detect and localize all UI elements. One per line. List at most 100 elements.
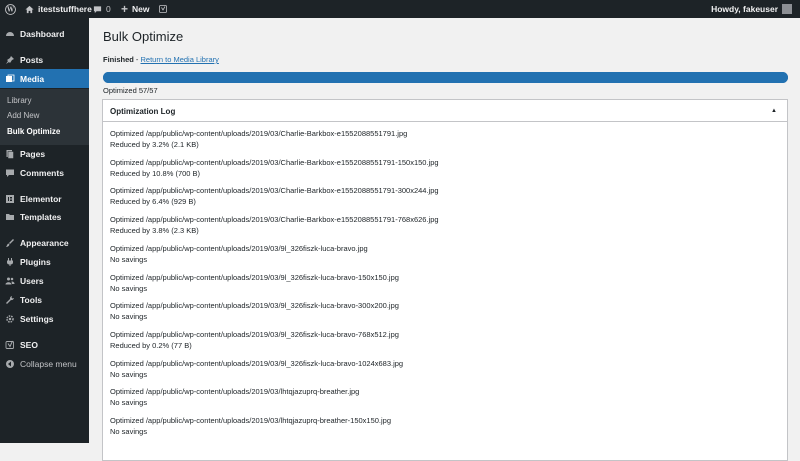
paintbrush-icon <box>6 238 14 247</box>
sidebar-item-label: Elementor <box>20 193 62 204</box>
collapse-menu-button[interactable]: Collapse menu <box>0 354 89 373</box>
return-to-media-library-link[interactable]: Return to Media Library <box>141 55 219 64</box>
log-entry: Optimized /app/public/wp-content/uploads… <box>110 214 439 236</box>
pin-icon <box>6 55 14 64</box>
log-entry: Optimized /app/public/wp-content/uploads… <box>110 185 439 207</box>
log-entry-result: No savings <box>110 312 148 322</box>
progress-bar <box>103 72 788 83</box>
sidebar-item-label: Appearance <box>20 237 69 248</box>
submenu-bulk-optimize[interactable]: Bulk Optimize <box>7 127 60 136</box>
sidebar-item-templates[interactable]: Templates <box>0 207 89 226</box>
comment-bubble-icon <box>93 5 102 13</box>
log-title: Optimization Log <box>110 107 176 116</box>
main-content: Bulk Optimize Finished - Return to Media… <box>89 18 800 461</box>
sidebar-item-settings[interactable]: Settings <box>0 309 89 328</box>
log-entry-path: Optimized /app/public/wp-content/uploads… <box>110 358 404 368</box>
admin-sidebar: Library Add New Bulk Optimize Dashboard … <box>0 18 89 443</box>
progress-text: Optimized 57/57 <box>103 86 158 95</box>
comments-count: 0 <box>106 4 111 14</box>
sidebar-item-label: Settings <box>20 313 54 324</box>
log-entry: Optimized /app/public/wp-content/uploads… <box>110 386 359 408</box>
folder-icon <box>6 213 14 220</box>
sidebar-item-label: Pages <box>20 148 46 159</box>
media-icon <box>6 74 15 82</box>
log-entry-path: Optimized /app/public/wp-content/uploads… <box>110 243 368 253</box>
avatar <box>782 4 792 14</box>
sidebar-item-label: Collapse menu <box>20 358 77 369</box>
optimization-log-panel: Optimization Log ▲ Optimized /app/public… <box>102 99 788 461</box>
log-entry-result: No savings <box>110 398 148 408</box>
comments-icon <box>6 169 14 177</box>
log-entry-path: Optimized /app/public/wp-content/uploads… <box>110 215 439 225</box>
log-entry-path: Optimized /app/public/wp-content/uploads… <box>110 186 439 196</box>
log-entry-path: Optimized /app/public/wp-content/uploads… <box>110 157 439 167</box>
account-menu[interactable]: Howdy, fakeuser <box>711 0 792 18</box>
sidebar-item-seo[interactable]: SEO <box>0 335 89 354</box>
sidebar-item-posts[interactable]: Posts <box>0 50 89 69</box>
submenu-library[interactable]: Library <box>7 96 31 105</box>
howdy-text: Howdy, fakeuser <box>711 4 778 14</box>
admin-bar: W iteststuffhere 0 + New Howdy, fakeuser <box>0 0 800 18</box>
page-title: Bulk Optimize <box>103 29 184 44</box>
status-line: Finished - Return to Media Library <box>103 55 219 64</box>
collapse-toggle-icon[interactable]: ▲ <box>771 108 777 114</box>
sidebar-item-plugins[interactable]: Plugins <box>0 252 89 271</box>
log-entry: Optimized /app/public/wp-content/uploads… <box>110 415 391 437</box>
log-entry-result: No savings <box>110 254 148 264</box>
plug-icon <box>7 257 13 266</box>
sidebar-item-dashboard[interactable]: Dashboard <box>0 24 89 43</box>
yoast-adminbar-icon[interactable] <box>158 0 168 18</box>
log-entry: Optimized /app/public/wp-content/uploads… <box>110 329 399 351</box>
sidebar-item-label: Posts <box>20 54 44 65</box>
sidebar-item-users[interactable]: Users <box>0 271 89 290</box>
sidebar-item-elementor[interactable]: Elementor <box>0 189 89 208</box>
sidebar-item-label: Dashboard <box>20 28 65 39</box>
plus-icon: + <box>121 2 129 16</box>
log-entry-path: Optimized /app/public/wp-content/uploads… <box>110 329 399 339</box>
sidebar-item-label: Templates <box>20 211 62 222</box>
pages-icon <box>6 149 14 159</box>
home-icon <box>25 5 34 13</box>
new-label: New <box>132 4 150 14</box>
log-entry-result: Reduced by 6.4% (929 B) <box>110 197 196 207</box>
comments-link[interactable]: 0 <box>93 0 111 18</box>
elementor-icon <box>6 194 14 203</box>
log-entry: Optimized /app/public/wp-content/uploads… <box>110 300 399 322</box>
log-entry: Optimized /app/public/wp-content/uploads… <box>110 157 439 179</box>
sidebar-item-pages[interactable]: Pages <box>0 144 89 163</box>
log-entry: Optimized /app/public/wp-content/uploads… <box>110 128 407 150</box>
wrench-icon <box>6 295 14 304</box>
dashboard-icon <box>6 31 14 36</box>
log-entry-path: Optimized /app/public/wp-content/uploads… <box>110 129 408 138</box>
settings-icon <box>6 314 14 323</box>
log-entry: Optimized /app/public/wp-content/uploads… <box>110 243 368 265</box>
sidebar-item-comments[interactable]: Comments <box>0 163 89 182</box>
collapse-icon <box>6 359 14 368</box>
site-name-link[interactable]: iteststuffhere <box>25 0 92 18</box>
log-entry-result: Reduced by 10.8% (700 B) <box>110 168 201 178</box>
sidebar-item-label: Media <box>20 73 45 84</box>
sidebar-item-label: Comments <box>20 167 64 178</box>
wordpress-logo-icon[interactable]: W <box>5 0 16 18</box>
submenu-add-new[interactable]: Add New <box>7 111 39 120</box>
sidebar-item-label: Plugins <box>20 256 51 267</box>
users-icon <box>5 277 15 284</box>
log-entry-result: No savings <box>110 427 148 436</box>
log-entry-result: No savings <box>110 369 148 379</box>
log-entry-result: No savings <box>110 283 148 293</box>
sidebar-item-media[interactable]: Media <box>0 69 89 88</box>
log-header[interactable]: Optimization Log ▲ <box>103 100 787 122</box>
sidebar-item-label: Tools <box>20 294 43 305</box>
sidebar-item-label: SEO <box>20 339 38 350</box>
sidebar-item-appearance[interactable]: Appearance <box>0 233 89 252</box>
svg-text:W: W <box>6 6 14 13</box>
sidebar-item-label: Users <box>20 275 44 286</box>
finished-label: Finished <box>103 55 134 64</box>
log-entry-result: Reduced by 3.2% (2.1 KB) <box>110 140 199 149</box>
new-content-link[interactable]: + New <box>121 0 150 18</box>
log-entry-result: Reduced by 0.2% (77 B) <box>110 340 192 350</box>
sidebar-item-tools[interactable]: Tools <box>0 290 89 309</box>
media-submenu: Library Add New Bulk Optimize <box>0 89 89 145</box>
separator: - <box>133 55 141 64</box>
site-name: iteststuffhere <box>38 4 92 14</box>
